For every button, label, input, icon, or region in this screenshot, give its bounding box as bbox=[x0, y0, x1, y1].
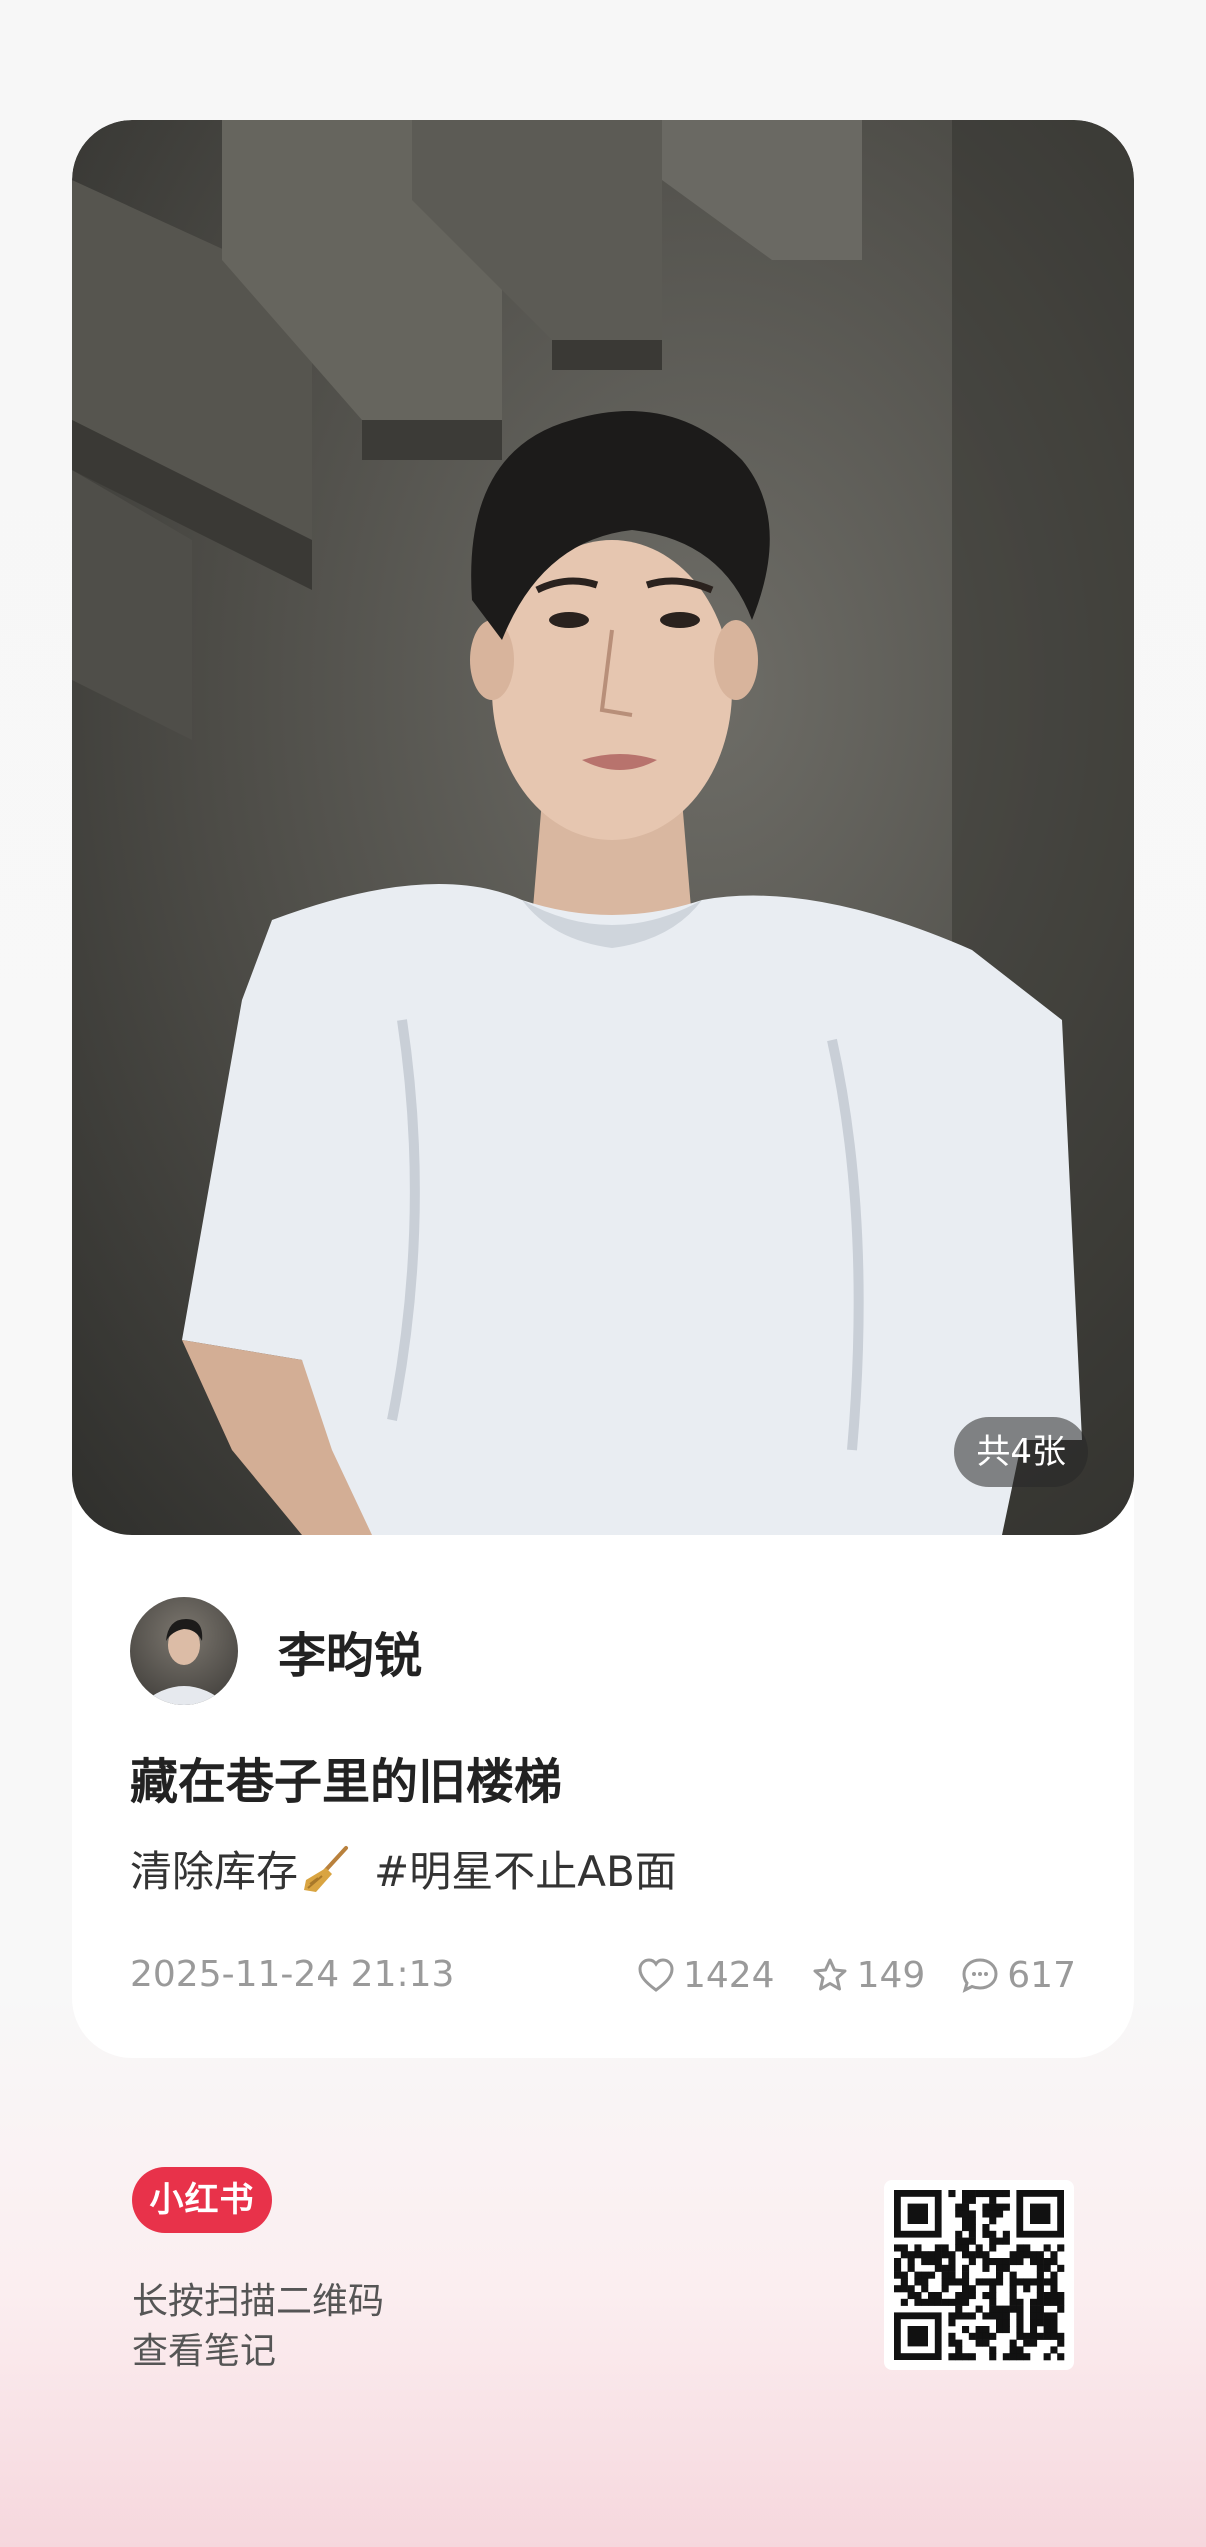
like-stat[interactable]: 1424 bbox=[637, 1955, 775, 1996]
stats-row: 1424 149 617 bbox=[601, 1950, 1076, 2000]
photo-illustration bbox=[72, 120, 1134, 1535]
avatar-image bbox=[140, 1619, 228, 1705]
comment-stat[interactable]: 617 bbox=[961, 1955, 1076, 1996]
avatar[interactable] bbox=[130, 1597, 238, 1705]
brand-logo: 小红书 bbox=[132, 2167, 272, 2233]
post-date: 2025-11-24 21:13 bbox=[130, 1954, 455, 1995]
star-icon bbox=[813, 1958, 847, 1991]
broom-icon bbox=[302, 1844, 352, 1894]
heart-icon bbox=[638, 1958, 674, 1992]
hashtag-link[interactable]: #明星不止AB面 bbox=[374, 1838, 677, 1899]
author-name[interactable]: 李昀锐 bbox=[278, 1616, 422, 1686]
post-title: 藏在巷子里的旧楼梯 bbox=[130, 1754, 563, 1810]
note-card[interactable]: 共4张 李昀锐 藏在巷子里的旧楼梯 清除库存 #明星不止AB面 2025-11-… bbox=[72, 120, 1134, 2058]
scan-hint-line2: 查看笔记 bbox=[132, 2331, 277, 2372]
chat-bubble-icon bbox=[962, 1958, 998, 1993]
image-count-badge: 共4张 bbox=[954, 1417, 1088, 1487]
post-description: 清除库存 #明星不止AB面 bbox=[130, 1838, 677, 1899]
comment-count: 617 bbox=[1007, 1954, 1076, 1996]
like-count: 1424 bbox=[682, 1954, 775, 1996]
scan-hint-line1: 长按扫描二维码 bbox=[132, 2281, 385, 2322]
post-photo[interactable]: 共4张 bbox=[72, 120, 1134, 1535]
post-meta: 2025-11-24 21:13 1424 149 617 bbox=[130, 1950, 1076, 2000]
favorite-count: 149 bbox=[856, 1954, 926, 1996]
description-text: 清除库存 bbox=[130, 1847, 299, 1896]
favorite-stat[interactable]: 149 bbox=[811, 1954, 926, 1996]
qr-code-image bbox=[894, 2190, 1065, 2361]
qr-code[interactable] bbox=[884, 2180, 1074, 2370]
author-row[interactable]: 李昀锐 bbox=[130, 1597, 422, 1705]
